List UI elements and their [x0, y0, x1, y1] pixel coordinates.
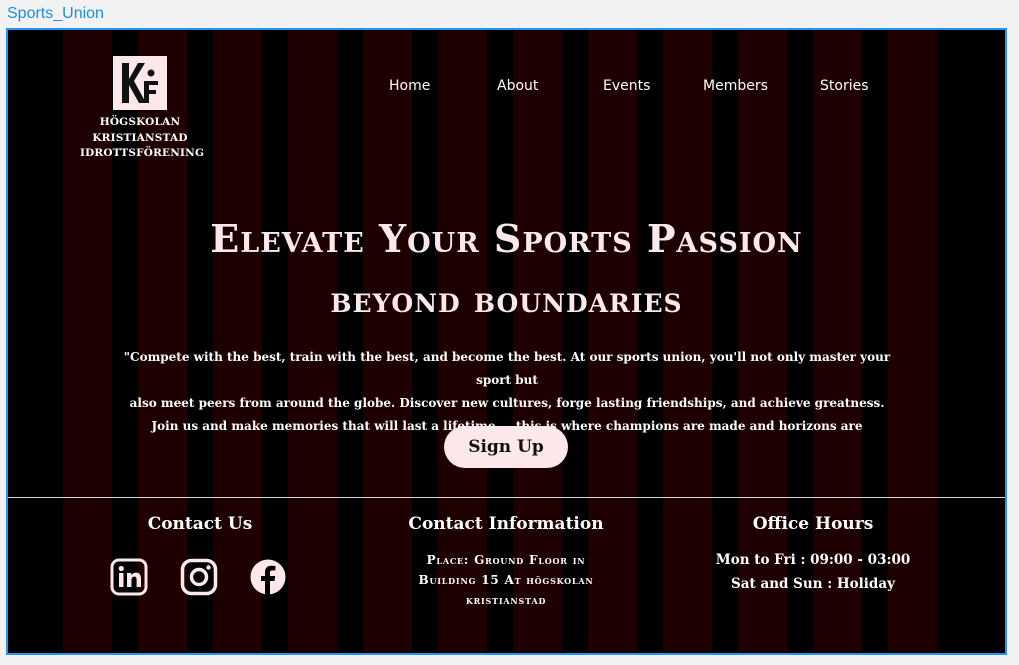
- hours-weekdays: Mon to Fri : 09:00 - 03:00: [715, 552, 911, 568]
- nav-stories[interactable]: Stories: [820, 78, 869, 94]
- office-hours-section: Office Hours Mon to Fri : 09:00 - 03:00 …: [708, 514, 918, 596]
- facebook-icon[interactable]: [249, 558, 287, 596]
- contact-us-title: Contact Us: [147, 514, 253, 534]
- address: Place: Ground Floor in Building 15 At hö…: [381, 550, 631, 610]
- contact-information-section: Contact Information Place: Ground Floor …: [381, 514, 631, 610]
- logo[interactable]: HÖGSKOLAN KRISTIANSTAD IDROTTSFÖRENING: [80, 56, 205, 162]
- hero-title: Elevate Your Sports Passion: [210, 216, 803, 261]
- hours-weekend: Sat and Sun : Holiday: [731, 576, 895, 592]
- address-line-2: Building 15 At högskolan: [418, 573, 594, 587]
- frame-label: Sports_Union: [7, 5, 104, 22]
- hero-quote-line-1: "Compete with the best, train with the b…: [123, 350, 891, 387]
- nav-home[interactable]: Home: [389, 78, 430, 94]
- logo-text: HÖGSKOLAN KRISTIANSTAD IDROTTSFÖRENING: [80, 115, 205, 162]
- sign-up-button[interactable]: Sign Up: [444, 426, 568, 468]
- office-hours: Mon to Fri : 09:00 - 03:00 Sat and Sun :…: [708, 548, 918, 596]
- linkedin-icon[interactable]: [110, 558, 148, 596]
- hero-quote-line-2: also meet peers from around the globe. D…: [129, 396, 885, 410]
- social-links: [110, 558, 300, 598]
- nav-members[interactable]: Members: [703, 78, 768, 94]
- instagram-icon[interactable]: [180, 558, 218, 596]
- logo-line-3: IDROTTSFÖRENING: [80, 147, 205, 159]
- office-hours-title: Office Hours: [752, 514, 874, 534]
- logo-line-2: KRISTIANSTAD: [92, 131, 188, 144]
- contact-information-title: Contact Information: [408, 514, 604, 534]
- address-line-1: Place: Ground Floor in: [426, 553, 586, 567]
- main-nav: Home About Events Members Stories: [8, 78, 1005, 100]
- logo-line-1: HÖGSKOLAN: [99, 116, 181, 128]
- address-line-3: kristianstad: [465, 593, 547, 607]
- hero-subtitle: beyond boundaries: [330, 280, 683, 321]
- nav-about[interactable]: About: [497, 78, 538, 94]
- footer-divider: [8, 497, 1005, 498]
- page-frame: HÖGSKOLAN KRISTIANSTAD IDROTTSFÖRENING H…: [6, 28, 1007, 655]
- contact-us-section: Contact Us: [100, 514, 300, 534]
- nav-events[interactable]: Events: [603, 78, 650, 94]
